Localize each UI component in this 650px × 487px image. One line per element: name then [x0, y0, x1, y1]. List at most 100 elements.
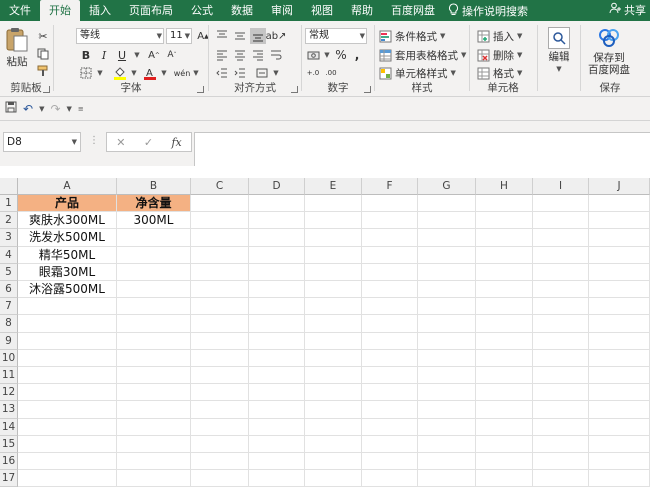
column-header-e[interactable]: E	[305, 178, 362, 195]
cell-b9[interactable]	[117, 332, 191, 350]
cell-e11[interactable]	[305, 367, 362, 385]
cell-b3[interactable]	[117, 229, 191, 247]
cell-c7[interactable]	[191, 298, 249, 316]
row-header-3[interactable]: 3	[0, 229, 18, 247]
chevron-down-icon[interactable]: ▼	[39, 105, 44, 113]
decrease-indent-icon[interactable]	[214, 65, 230, 81]
cell-h7[interactable]	[476, 298, 533, 316]
increase-decimal-icon[interactable]: +.0	[305, 65, 321, 81]
cell-a14[interactable]	[18, 418, 117, 436]
cell-e14[interactable]	[305, 418, 362, 436]
row-header-12[interactable]: 12	[0, 384, 18, 402]
row-header-16[interactable]: 16	[0, 453, 18, 471]
cell-d11[interactable]	[249, 367, 305, 385]
cell-e8[interactable]	[305, 315, 362, 333]
insert-function-button[interactable]: fx	[171, 136, 181, 149]
cell-g14[interactable]	[418, 418, 476, 436]
cell-b1[interactable]: 净含量	[117, 195, 191, 213]
cell-i4[interactable]	[533, 246, 589, 264]
insert-cells-button[interactable]: 插入 ▼	[477, 28, 522, 44]
font-shrink-a-icon[interactable]: Aˇ	[164, 47, 180, 63]
chevron-down-icon[interactable]: ▼	[126, 65, 142, 81]
column-header-c[interactable]: C	[191, 178, 249, 195]
cell-b13[interactable]	[117, 401, 191, 419]
cell-d4[interactable]	[249, 246, 305, 264]
conditional-formatting-button[interactable]: 条件格式 ▼	[379, 28, 445, 44]
cell-e12[interactable]	[305, 384, 362, 402]
copy-icon[interactable]	[35, 46, 51, 62]
cell-g3[interactable]	[418, 229, 476, 247]
tab-insert[interactable]: 插入	[80, 0, 120, 21]
cell-f13[interactable]	[362, 401, 418, 419]
cell-d16[interactable]	[249, 453, 305, 471]
cell-g17[interactable]	[418, 470, 476, 487]
cell-i11[interactable]	[533, 367, 589, 385]
chevron-down-icon[interactable]: ▼	[188, 65, 204, 81]
cell-i1[interactable]	[533, 195, 589, 213]
cell-g13[interactable]	[418, 401, 476, 419]
cell-h12[interactable]	[476, 384, 533, 402]
cell-e7[interactable]	[305, 298, 362, 316]
name-box[interactable]: D8 ▼	[3, 132, 81, 152]
cell-f1[interactable]	[362, 195, 418, 213]
share-button[interactable]: 共享	[609, 0, 646, 21]
cell-e13[interactable]	[305, 401, 362, 419]
cell-b7[interactable]	[117, 298, 191, 316]
cell-b12[interactable]	[117, 384, 191, 402]
row-header-6[interactable]: 6	[0, 281, 18, 299]
font-name-combo[interactable]: 等线 ▼	[76, 28, 164, 44]
cell-a9[interactable]	[18, 332, 117, 350]
cell-i6[interactable]	[533, 281, 589, 299]
cell-a5[interactable]: 眼霜30ML	[18, 263, 117, 281]
cell-g12[interactable]	[418, 384, 476, 402]
cell-j6[interactable]	[589, 281, 650, 299]
font-size-combo[interactable]: 11 ▼	[166, 28, 192, 44]
save-to-baidu-button[interactable]: 保存到 百度网盘	[582, 27, 636, 76]
cell-b14[interactable]	[117, 418, 191, 436]
alignment-launcher-icon[interactable]	[291, 86, 298, 93]
underline-button[interactable]: U	[114, 47, 130, 63]
cell-j3[interactable]	[589, 229, 650, 247]
cell-b6[interactable]	[117, 281, 191, 299]
cell-e4[interactable]	[305, 246, 362, 264]
cell-c8[interactable]	[191, 315, 249, 333]
customize-qat-icon[interactable]: ≡	[78, 105, 84, 113]
cut-icon[interactable]: ✂	[35, 28, 51, 44]
cell-f6[interactable]	[362, 281, 418, 299]
cell-i14[interactable]	[533, 418, 589, 436]
cell-j15[interactable]	[589, 435, 650, 453]
cell-d7[interactable]	[249, 298, 305, 316]
cell-c2[interactable]	[191, 212, 249, 230]
cell-e17[interactable]	[305, 470, 362, 487]
cell-c13[interactable]	[191, 401, 249, 419]
italic-button[interactable]: I	[96, 47, 112, 63]
row-header-11[interactable]: 11	[0, 367, 18, 385]
cell-j16[interactable]	[589, 453, 650, 471]
cell-e15[interactable]	[305, 435, 362, 453]
cell-a15[interactable]	[18, 435, 117, 453]
cell-f16[interactable]	[362, 453, 418, 471]
cell-a7[interactable]	[18, 298, 117, 316]
tab-review[interactable]: 审阅	[262, 0, 302, 21]
cell-c11[interactable]	[191, 367, 249, 385]
cell-g1[interactable]	[418, 195, 476, 213]
cell-d5[interactable]	[249, 263, 305, 281]
cell-d17[interactable]	[249, 470, 305, 487]
cell-b4[interactable]	[117, 246, 191, 264]
cell-f2[interactable]	[362, 212, 418, 230]
comma-button[interactable]: ,	[349, 47, 365, 63]
column-header-j[interactable]: J	[589, 178, 650, 195]
cell-g9[interactable]	[418, 332, 476, 350]
cell-e3[interactable]	[305, 229, 362, 247]
cell-j5[interactable]	[589, 263, 650, 281]
cell-j1[interactable]	[589, 195, 650, 213]
cell-j2[interactable]	[589, 212, 650, 230]
cell-a1[interactable]: 产品	[18, 195, 117, 213]
cancel-icon[interactable]: ✕	[116, 136, 125, 149]
cell-styles-button[interactable]: 单元格样式 ▼	[379, 65, 456, 81]
cell-e2[interactable]	[305, 212, 362, 230]
cell-c15[interactable]	[191, 435, 249, 453]
tab-help[interactable]: 帮助	[342, 0, 382, 21]
cell-f14[interactable]	[362, 418, 418, 436]
cell-a10[interactable]	[18, 349, 117, 367]
